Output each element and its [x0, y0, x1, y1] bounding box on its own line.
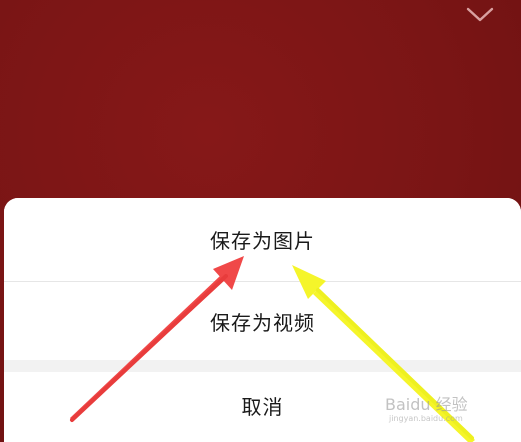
save-as-image-label: 保存为图片 — [210, 229, 315, 253]
cancel-label: 取消 — [241, 394, 284, 419]
action-sheet: 保存为图片 保存为视频 取消 — [4, 198, 521, 442]
sheet-gap — [4, 360, 521, 372]
save-as-video-label: 保存为视频 — [210, 310, 315, 335]
save-as-video-button[interactable]: 保存为视频 — [4, 282, 521, 360]
chevron-down-icon[interactable] — [465, 6, 495, 24]
screen: 保存为图片 保存为视频 取消 Baidu 经验 jingyan.baidu.co… — [0, 0, 521, 442]
save-as-image-button[interactable]: 保存为图片 — [4, 198, 521, 281]
cancel-button[interactable]: 取消 — [4, 372, 521, 442]
